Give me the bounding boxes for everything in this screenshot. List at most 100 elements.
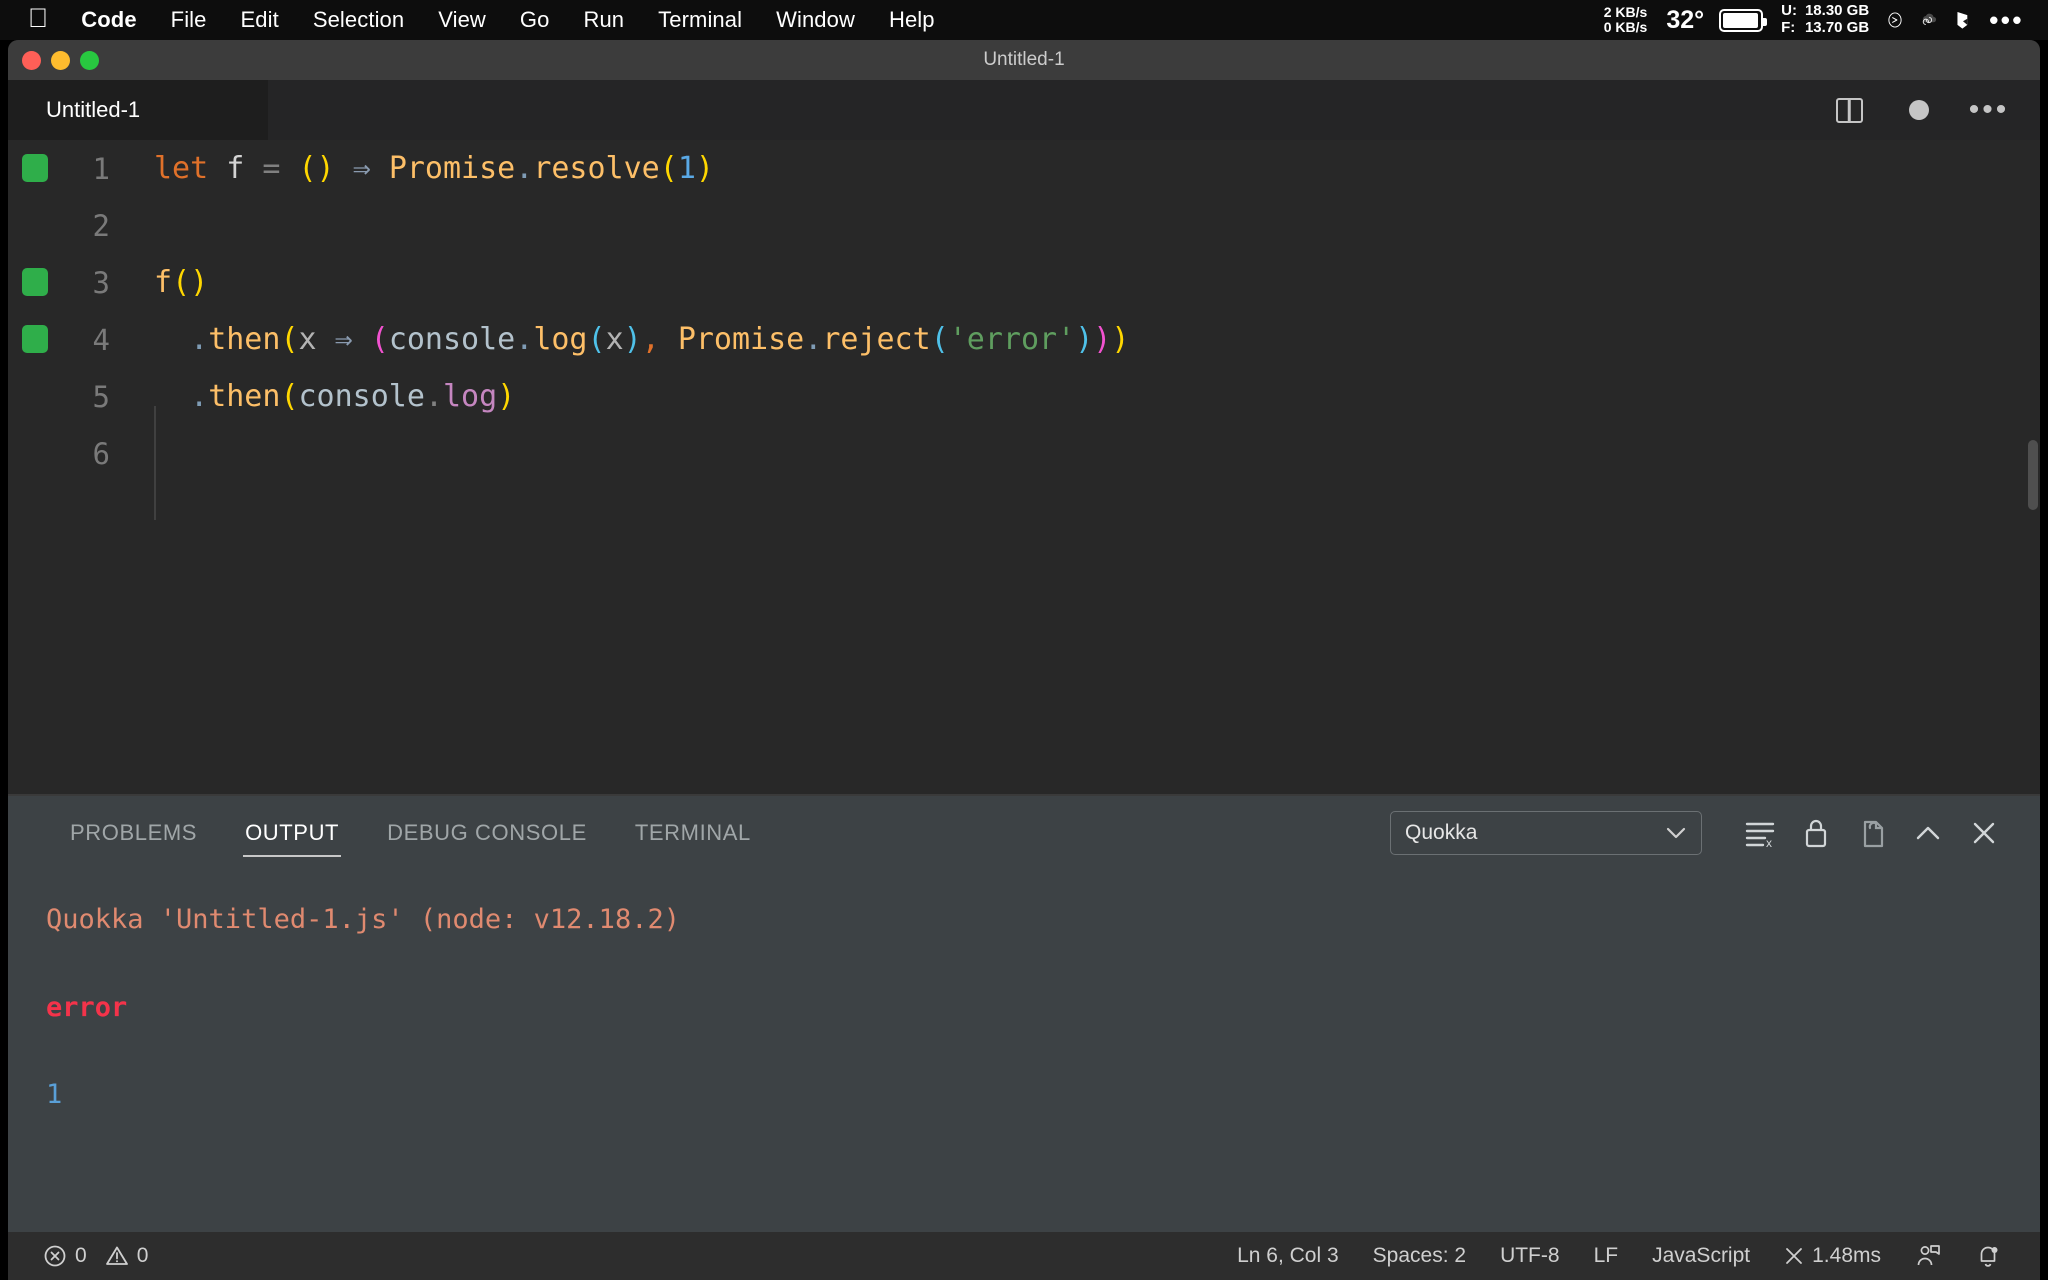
panel-toolbar: Quokka x <box>1390 811 2040 855</box>
tab-untitled-1[interactable]: Untitled-1 <box>8 80 268 140</box>
line-number: 5 <box>92 379 110 414</box>
error-circle-icon <box>43 1244 67 1268</box>
status-feedback[interactable] <box>1898 1243 1958 1269</box>
menu-view[interactable]: View <box>421 7 503 33</box>
editor-scrollbar[interactable] <box>2028 440 2038 510</box>
status-eol[interactable]: LF <box>1577 1244 1636 1268</box>
close-x-icon <box>1784 1246 1804 1266</box>
menu-go[interactable]: Go <box>503 7 567 33</box>
status-encoding[interactable]: UTF-8 <box>1483 1244 1577 1268</box>
code-line-4: 4 .then(x ⇒ (console.log(x), Promise.rej… <box>8 311 2040 368</box>
menu-edit[interactable]: Edit <box>224 7 296 33</box>
network-upload-speed: 2 KB/s <box>1603 4 1648 21</box>
warning-count: 0 <box>136 1244 149 1267</box>
code-surface[interactable]: 1 let f = () ⇒ Promise.resolve(1) 2 3 f(… <box>8 140 2040 794</box>
code-line-3-text: f() <box>154 265 209 300</box>
bell-icon <box>1975 1243 2001 1269</box>
status-indentation[interactable]: Spaces: 2 <box>1356 1244 1483 1268</box>
disk-free-label: F: <box>1781 19 1796 36</box>
macos-status-tray: 2 KB/s 0 KB/s 32° U: F: 18.30 GB 13.70 G… <box>1595 2 2048 37</box>
chevron-up-icon[interactable] <box>1900 811 1956 855</box>
panel-header: PROBLEMS OUTPUT DEBUG CONSOLE TERMINAL Q… <box>8 796 2040 870</box>
output-content[interactable]: Quokka 'Untitled-1.js' (node: v12.18.2) … <box>8 870 2040 1232</box>
unsaved-dot-icon[interactable] <box>1904 95 1934 125</box>
lock-icon[interactable] <box>1788 811 1844 855</box>
split-editor-icon[interactable] <box>1834 95 1864 125</box>
output-channel-select[interactable]: Quokka <box>1390 811 1702 855</box>
clear-output-icon[interactable]: x <box>1732 811 1788 855</box>
window-titlebar: Untitled-1 <box>8 40 2040 80</box>
quokka-marker-line-4 <box>22 325 48 353</box>
open-in-editor-icon[interactable] <box>1844 811 1900 855</box>
output-channel-value: Quokka <box>1405 821 1478 844</box>
output-blank-line <box>46 942 2040 986</box>
temperature-indicator[interactable]: 32° <box>1656 6 1710 35</box>
tab-output[interactable]: OUTPUT <box>221 796 363 870</box>
battery-indicator[interactable] <box>1710 8 1772 32</box>
tab-label: Untitled-1 <box>46 97 141 122</box>
close-icon[interactable] <box>1956 811 2012 855</box>
warning-triangle-icon <box>105 1244 129 1268</box>
status-language-mode[interactable]: JavaScript <box>1635 1244 1767 1268</box>
cloud-sync-icon[interactable] <box>1912 3 1946 37</box>
code-editor[interactable]: 1 let f = () ⇒ Promise.resolve(1) 2 3 f(… <box>8 140 2040 794</box>
line-number: 2 <box>92 208 110 243</box>
menu-window[interactable]: Window <box>759 7 872 33</box>
code-line-5: 5 .then(console.log) <box>8 368 2040 425</box>
menu-terminal[interactable]: Terminal <box>641 7 759 33</box>
status-bar-right: Ln 6, Col 3 Spaces: 2 UTF-8 LF JavaScrip… <box>1220 1243 2018 1269</box>
status-problems[interactable]: 0 0 <box>26 1244 165 1268</box>
disk-used-label: U: <box>1781 2 1797 20</box>
editor-tab-actions: ••• <box>1834 80 2040 140</box>
window-title: Untitled-1 <box>983 49 1065 70</box>
output-blank-line-2 <box>46 1029 2040 1073</box>
indent-guide <box>154 406 156 520</box>
feedback-icon <box>1915 1243 1941 1269</box>
menu-code[interactable]: Code <box>64 7 153 33</box>
network-download-speed: 0 KB/s <box>1603 19 1648 35</box>
macos-menu-items:  Code File Edit Selection View Go Run T… <box>0 4 952 36</box>
more-actions-icon[interactable]: ••• <box>1969 95 2007 125</box>
status-cursor-position[interactable]: Ln 6, Col 3 <box>1220 1244 1356 1268</box>
menu-help[interactable]: Help <box>872 7 952 33</box>
quokka-marker-line-1 <box>22 154 48 182</box>
vscode-window: Untitled-1 Untitled-1 ••• 1 let f = () ⇒… <box>8 40 2040 1280</box>
bookmark-icon[interactable] <box>1946 3 1980 37</box>
line-number: 6 <box>92 436 110 471</box>
battery-icon <box>1719 8 1768 32</box>
menu-selection[interactable]: Selection <box>296 7 421 33</box>
output-error-line: error <box>46 991 128 1023</box>
tab-terminal[interactable]: TERMINAL <box>611 796 775 870</box>
code-line-1-text: let f = () ⇒ Promise.resolve(1) <box>154 151 714 186</box>
code-line-1: 1 let f = () ⇒ Promise.resolve(1) <box>8 140 2040 197</box>
terminal-circle-icon[interactable] <box>1878 3 1912 37</box>
macos-menu-bar:  Code File Edit Selection View Go Run T… <box>0 0 2048 40</box>
code-line-4-text: .then(x ⇒ (console.log(x), Promise.rejec… <box>190 322 1130 357</box>
disk-used-value: 18.30 GB <box>1804 2 1870 20</box>
menu-file[interactable]: File <box>154 7 224 33</box>
code-line-6: 6 <box>8 425 2040 482</box>
panel-tabs: PROBLEMS OUTPUT DEBUG CONSOLE TERMINAL <box>46 796 775 870</box>
disk-free-value: 13.70 GB <box>1804 19 1870 36</box>
code-line-3: 3 f() <box>8 254 2040 311</box>
status-bar: 0 0 Ln 6, Col 3 Spaces: 2 UTF-8 LF JavaS… <box>8 1232 2040 1280</box>
code-line-5-text: .then(console.log) <box>190 379 516 414</box>
output-header-line: Quokka 'Untitled-1.js' (node: v12.18.2) <box>46 904 680 935</box>
apple-logo-icon[interactable]:  <box>22 4 64 36</box>
status-quokka-time[interactable]: 1.48ms <box>1767 1244 1898 1268</box>
menubar-overflow-icon[interactable]: ••• <box>1980 5 2030 36</box>
quokka-marker-line-3 <box>22 268 48 296</box>
tab-problems[interactable]: PROBLEMS <box>46 796 221 870</box>
tab-debug-console[interactable]: DEBUG CONSOLE <box>363 796 611 870</box>
error-count: 0 <box>75 1244 87 1267</box>
tabs-spacer <box>268 80 1834 140</box>
disk-usage-indicator[interactable]: U: F: 18.30 GB 13.70 GB <box>1772 2 1878 37</box>
quokka-elapsed-time: 1.48ms <box>1812 1244 1881 1267</box>
output-value-line: 1 <box>46 1079 63 1111</box>
code-line-2: 2 <box>8 197 2040 254</box>
status-bar-left: 0 0 <box>26 1244 165 1268</box>
status-notifications[interactable] <box>1958 1243 2018 1269</box>
network-speed-indicator[interactable]: 2 KB/s 0 KB/s <box>1595 5 1657 34</box>
menu-run[interactable]: Run <box>566 7 641 33</box>
editor-tabs-bar: Untitled-1 ••• <box>8 80 2040 140</box>
